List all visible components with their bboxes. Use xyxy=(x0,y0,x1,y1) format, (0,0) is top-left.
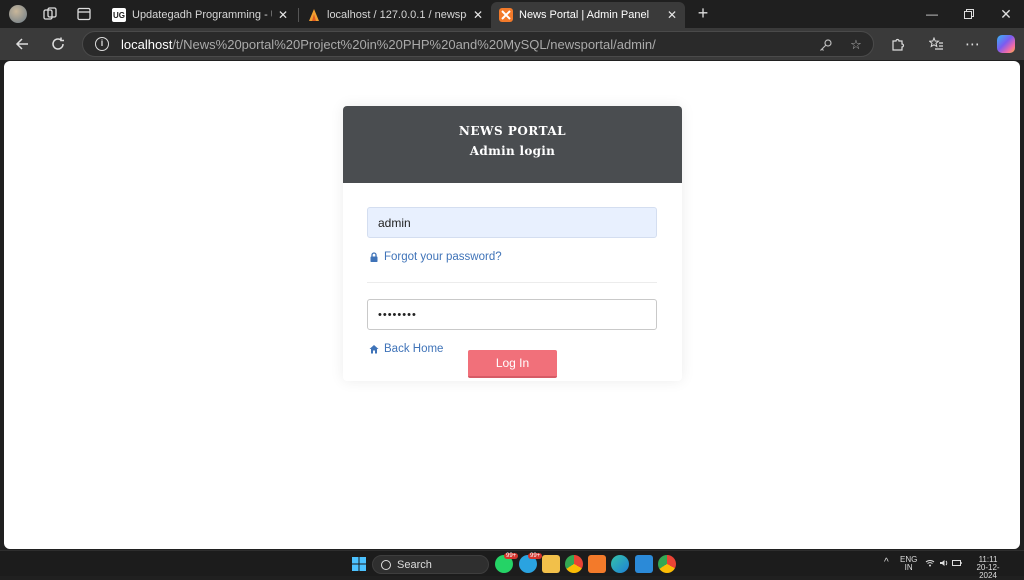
xampp-favicon-icon xyxy=(499,8,513,22)
vertical-tabs-icon xyxy=(77,7,91,21)
back-button[interactable] xyxy=(12,34,32,54)
telegram-icon[interactable]: 99+ xyxy=(519,553,543,573)
tab-title: localhost / 127.0.0.1 / newsportal xyxy=(327,9,467,21)
language-indicator[interactable]: ENG IN xyxy=(900,556,917,572)
taskbar-search[interactable]: Search xyxy=(372,555,489,574)
url-path: /t/News%20portal%20Project%20in%20PHP%20… xyxy=(172,36,656,52)
more-dots-icon: ⋯ xyxy=(965,36,981,53)
notification-badge: 99+ xyxy=(528,553,543,559)
copilot-button[interactable] xyxy=(996,34,1016,54)
favorites-button[interactable] xyxy=(926,34,946,54)
login-button[interactable]: Log In xyxy=(468,350,557,378)
workspaces-button[interactable] xyxy=(40,4,60,24)
minimize-icon: — xyxy=(926,7,938,21)
home-icon xyxy=(369,345,379,354)
file-explorer-icon[interactable] xyxy=(542,555,560,573)
brand-title: NEWS PORTAL xyxy=(458,124,567,138)
tab-actions-button[interactable] xyxy=(74,4,94,24)
restore-icon xyxy=(964,9,974,19)
reload-button[interactable] xyxy=(48,34,68,54)
restore-button[interactable] xyxy=(955,4,983,24)
tab-title: Updategadh Programming - Upd xyxy=(132,9,272,21)
tab-close-icon[interactable]: ✕ xyxy=(473,8,483,22)
windows-logo-icon xyxy=(352,557,366,571)
login-subtitle: Admin login xyxy=(469,144,556,158)
copilot-icon xyxy=(997,35,1015,53)
clock[interactable]: 11:11 20-12-2024 xyxy=(968,556,1008,580)
tab-close-icon[interactable]: ✕ xyxy=(667,8,677,22)
chrome-profile-icon[interactable] xyxy=(658,555,676,573)
password-value: •••••••• xyxy=(378,308,417,321)
new-tab-button[interactable]: + xyxy=(693,4,713,24)
search-icon xyxy=(381,559,391,570)
form-divider xyxy=(367,282,657,283)
tab-close-icon[interactable]: ✕ xyxy=(278,8,288,22)
chrome-icon[interactable] xyxy=(565,555,583,573)
vscode-icon[interactable] xyxy=(635,555,653,573)
tab-strip: UG Updategadh Programming - Upd ✕ localh… xyxy=(0,0,1024,28)
avatar-icon xyxy=(9,5,27,23)
back-arrow-icon xyxy=(15,38,28,50)
wifi-icon[interactable] xyxy=(925,559,935,569)
login-card: NEWS PORTAL Admin login admin Forgot you… xyxy=(343,106,682,381)
tab-updategadh[interactable]: UG Updategadh Programming - Upd ✕ xyxy=(104,2,296,28)
tab-title: News Portal | Admin Panel xyxy=(519,9,650,21)
password-input[interactable]: •••••••• xyxy=(367,299,657,330)
favorite-star-icon[interactable]: ☆ xyxy=(848,37,864,53)
windows-taskbar: Search 99+ 99+ ^ ENG IN 11:11 20-12-2024 xyxy=(0,550,1024,580)
username-input[interactable]: admin xyxy=(367,207,657,238)
start-button[interactable] xyxy=(350,555,368,573)
volume-icon[interactable] xyxy=(939,559,949,569)
profile-avatar[interactable] xyxy=(8,4,28,24)
plus-icon: + xyxy=(697,3,709,23)
close-window-button[interactable]: ✕ xyxy=(992,4,1020,24)
back-home-text: Back Home xyxy=(384,343,444,355)
tab-news-portal[interactable]: News Portal | Admin Panel ✕ xyxy=(491,2,685,28)
address-bar[interactable]: i localhost/t/News%20portal%20Project%20… xyxy=(82,31,874,57)
page-viewport: NEWS PORTAL Admin login admin Forgot you… xyxy=(4,61,1020,549)
tab-phpmyadmin[interactable]: localhost / 127.0.0.1 / newsportal ✕ xyxy=(299,2,491,28)
phpmyadmin-favicon-icon xyxy=(309,9,319,21)
reload-icon xyxy=(52,37,64,50)
show-hidden-icons-chevron-icon[interactable]: ^ xyxy=(884,558,889,568)
updategadh-favicon-icon: UG xyxy=(112,8,126,22)
close-icon: ✕ xyxy=(1000,5,1012,22)
clock-date: 20-12-2024 xyxy=(976,563,1000,580)
site-info-icon[interactable]: i xyxy=(95,37,109,51)
extensions-button[interactable] xyxy=(888,34,908,54)
login-card-header: NEWS PORTAL Admin login xyxy=(343,106,682,183)
forgot-password-text: Forgot your password? xyxy=(384,251,502,263)
battery-icon[interactable] xyxy=(952,559,962,569)
favorites-list-icon xyxy=(928,37,943,50)
url-text: localhost/t/News%20portal%20Project%20in… xyxy=(121,37,656,52)
browser-toolbar: i localhost/t/News%20portal%20Project%20… xyxy=(0,28,1024,60)
back-home-link[interactable]: Back Home xyxy=(369,343,443,355)
lock-icon xyxy=(370,252,378,262)
more-menu-button[interactable]: ⋯ xyxy=(963,34,983,54)
search-label: Search xyxy=(397,558,432,571)
puzzle-icon xyxy=(892,38,905,51)
xampp-icon[interactable] xyxy=(588,555,606,573)
minimize-button[interactable]: — xyxy=(918,4,946,24)
username-value: admin xyxy=(378,215,411,230)
region-code: IN xyxy=(904,563,913,572)
workspaces-icon xyxy=(43,7,57,20)
edge-icon[interactable] xyxy=(611,555,629,573)
whatsapp-icon[interactable]: 99+ xyxy=(495,553,519,573)
password-key-icon[interactable] xyxy=(817,37,833,53)
forgot-password-link[interactable]: Forgot your password? xyxy=(369,251,502,263)
notification-badge: 99+ xyxy=(504,553,519,559)
url-host: localhost xyxy=(121,36,173,52)
